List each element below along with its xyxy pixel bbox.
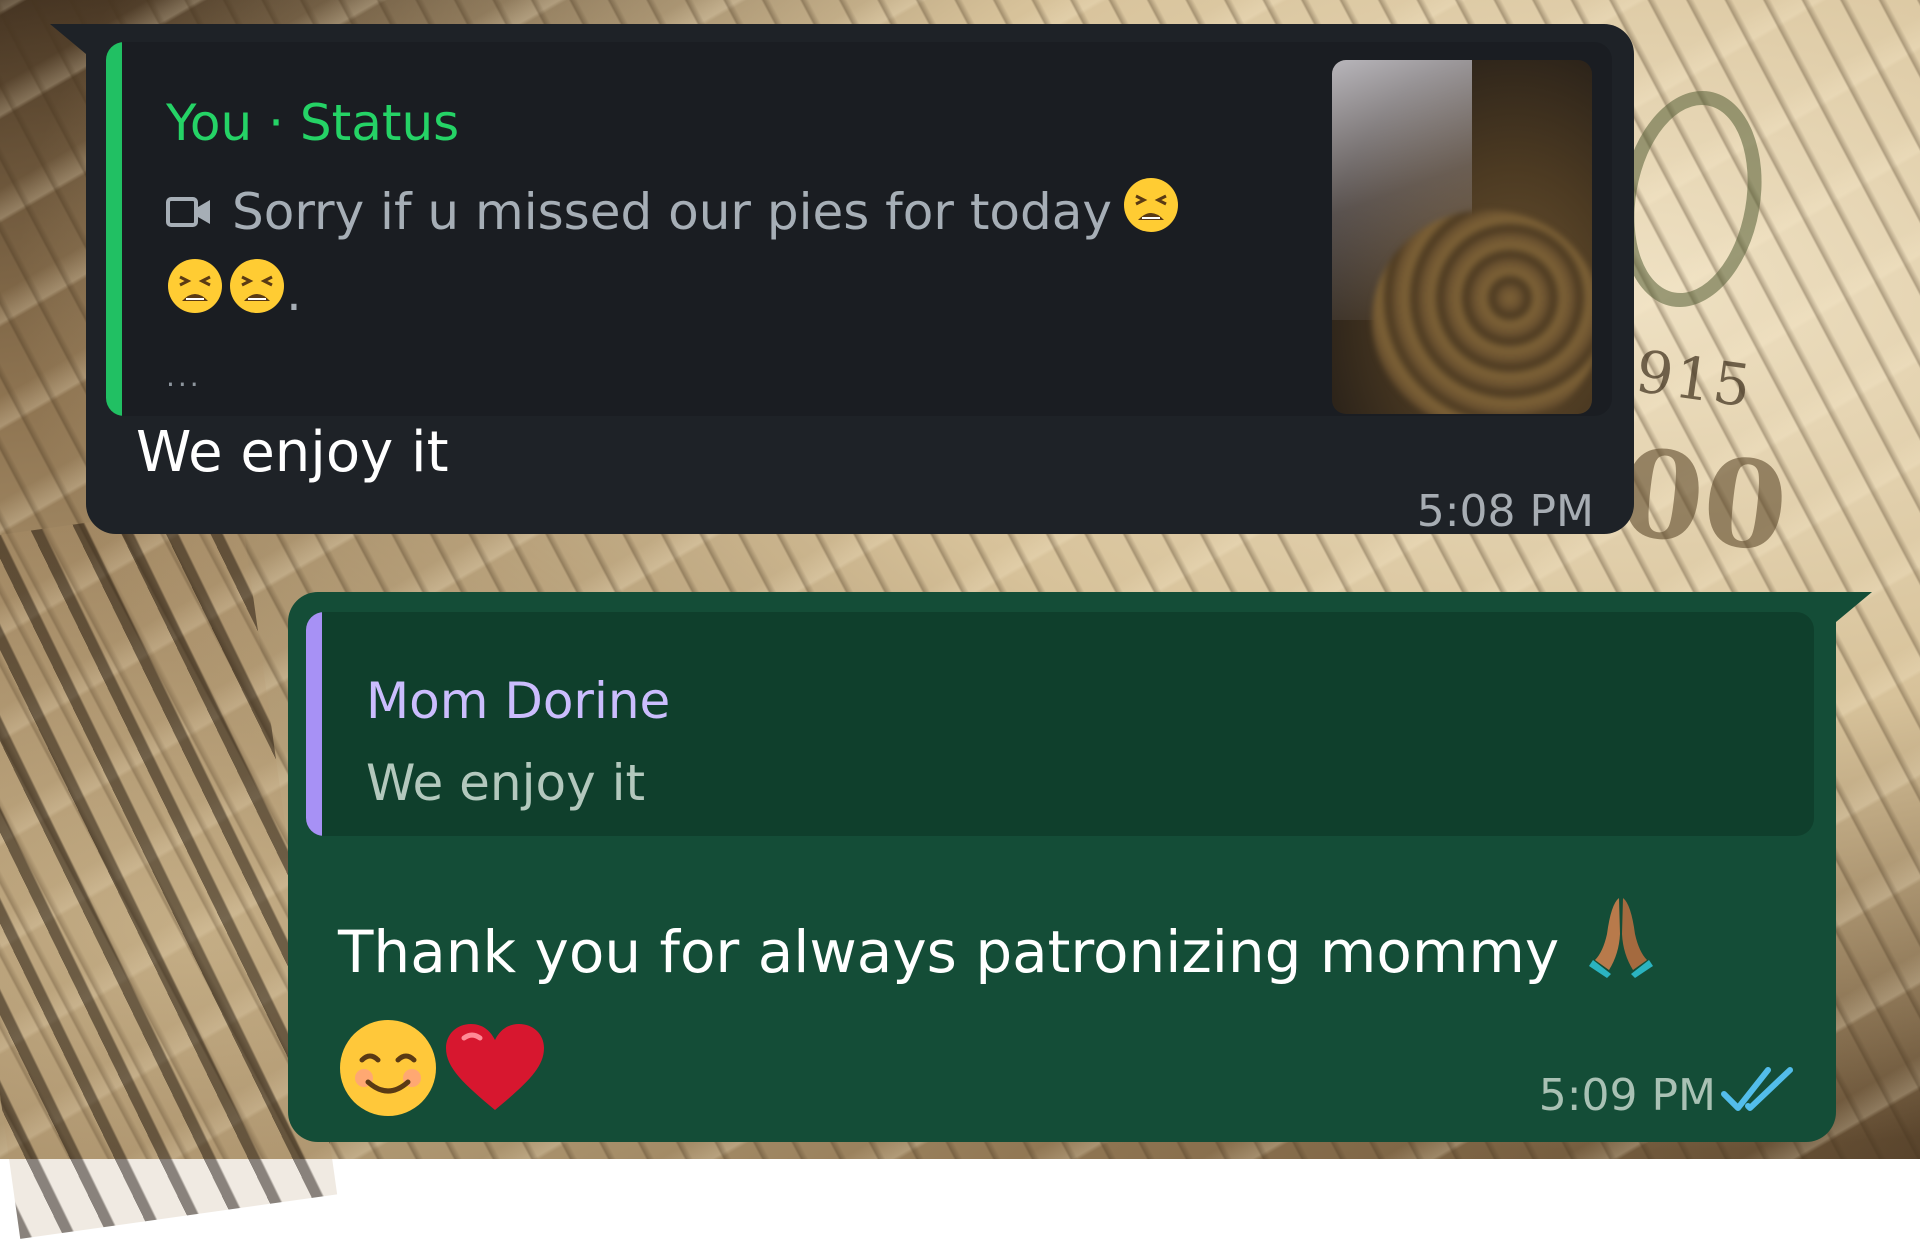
incoming-message-time: 5:08 PM	[1416, 486, 1594, 537]
pies-photo-thumbnail[interactable]	[1332, 60, 1592, 414]
quoted-status-caption-period: .	[286, 264, 302, 322]
quote-accent-bar	[306, 612, 322, 836]
outgoing-message-text: Thank you for always patronizing mommy	[338, 918, 1560, 986]
wallpaper-banknote-number: 915	[1631, 337, 1757, 421]
red-heart-emoji	[444, 1022, 546, 1154]
outgoing-message-bubble[interactable]: Mom Dorine We enjoy it Thank you for alw…	[288, 592, 1872, 1142]
wallpaper-banknote-stack	[0, 501, 338, 1239]
smiling-face-emoji	[338, 1018, 438, 1158]
tired-face-emoji	[228, 257, 286, 336]
quoted-status-ellipsis: ...	[166, 360, 202, 393]
quoted-status-caption: Sorry if u missed our pies for today	[232, 183, 1112, 241]
quote-accent-bar	[106, 42, 122, 416]
incoming-message-text: We enjoy it	[136, 420, 449, 485]
quoted-status-sender: You · Status	[166, 94, 460, 152]
quoted-reply-sender: Mom Dorine	[366, 672, 671, 730]
quoted-reply-text: We enjoy it	[366, 754, 646, 812]
tired-face-emoji	[166, 257, 224, 336]
outgoing-message-time: 5:09 PM	[1538, 1070, 1716, 1121]
wallpaper-banknote-zeros: 00	[1613, 421, 1794, 580]
double-check-read-icon	[1720, 1062, 1796, 1122]
video-camera-icon	[166, 174, 212, 250]
quoted-status-caption-line: Sorry if u missed our pies for today .	[166, 174, 1416, 336]
folded-hands-emoji	[1589, 894, 1654, 1018]
quoted-reply[interactable]: Mom Dorine We enjoy it	[306, 612, 1814, 836]
tired-face-emoji	[1122, 176, 1180, 255]
quoted-status[interactable]: You · Status Sorry if u missed our pies …	[106, 42, 1612, 416]
incoming-message-bubble[interactable]: You · Status Sorry if u missed our pies …	[50, 24, 1634, 537]
